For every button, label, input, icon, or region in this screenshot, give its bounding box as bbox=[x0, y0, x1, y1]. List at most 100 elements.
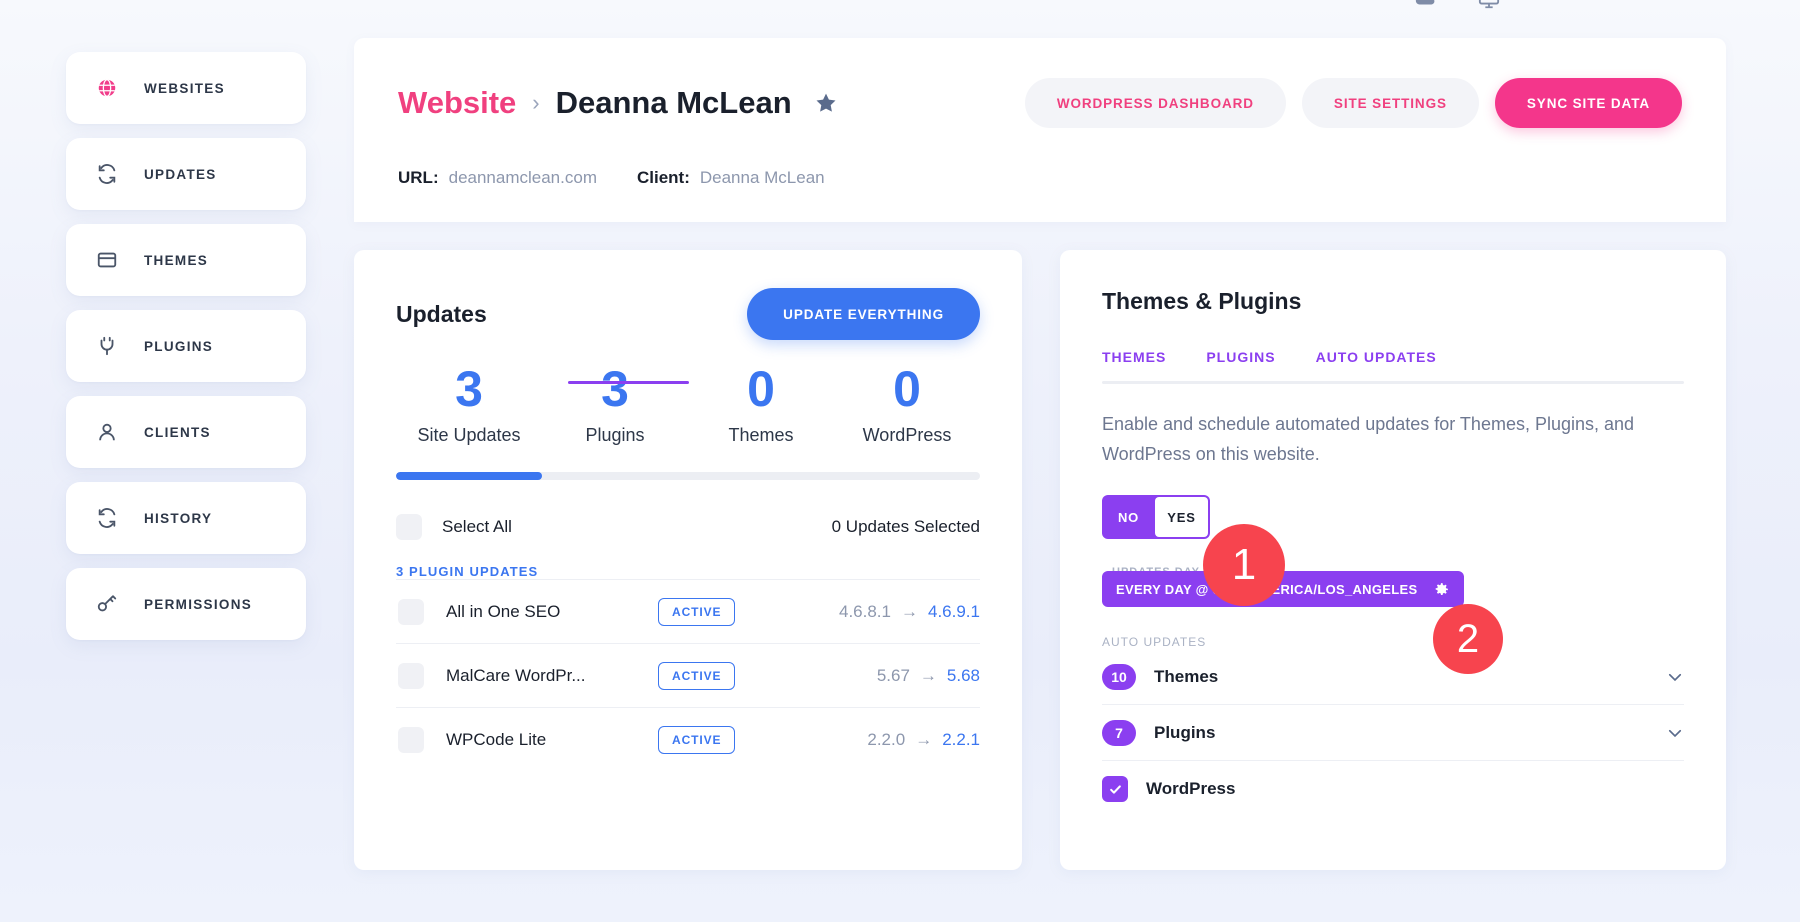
breadcrumb-separator-icon: › bbox=[532, 90, 540, 115]
version-change: 2.2.0 → 2.2.1 bbox=[867, 730, 980, 750]
wordpress-auto-update-checkbox[interactable] bbox=[1102, 776, 1128, 803]
sidebar-item-websites[interactable]: WEBSITES bbox=[66, 52, 306, 124]
meta-url: URL: deannamclean.com bbox=[398, 168, 597, 188]
refresh-icon bbox=[96, 507, 118, 529]
refresh-icon bbox=[96, 163, 118, 185]
select-all-checkbox[interactable] bbox=[396, 514, 422, 540]
meta-client-value[interactable]: Deanna McLean bbox=[700, 168, 825, 188]
stat-wordpress: 0 WordPress bbox=[834, 362, 980, 446]
main-content: Website › Deanna McLean WORDPRESS DASHBO… bbox=[354, 38, 1726, 870]
auto-updates-toggle[interactable]: NO YES bbox=[1102, 495, 1210, 540]
version-to: 4.6.9.1 bbox=[928, 601, 980, 621]
cloud-icon[interactable] bbox=[1414, 0, 1436, 10]
row-checkbox[interactable] bbox=[398, 598, 424, 625]
star-icon[interactable] bbox=[814, 91, 838, 115]
table-row[interactable]: WPCode Lite ACTIVE 2.2.0 → 2.2.1 bbox=[396, 707, 980, 771]
sidebar-item-label: WEBSITES bbox=[144, 80, 225, 96]
site-meta: URL: deannamclean.com Client: Deanna McL… bbox=[398, 168, 1682, 188]
row-checkbox[interactable] bbox=[398, 662, 424, 689]
status-badge: ACTIVE bbox=[658, 725, 736, 754]
meta-client-label: Client: bbox=[636, 168, 690, 187]
toggle-option-no[interactable]: NO bbox=[1102, 495, 1155, 539]
meta-url-value[interactable]: deannamclean.com bbox=[449, 168, 597, 188]
sidebar-item-clients[interactable]: CLIENTS bbox=[66, 396, 306, 468]
updates-card: Updates UPDATE EVERYTHING 3 Site Updates… bbox=[354, 250, 1022, 870]
user-icon bbox=[96, 421, 118, 443]
active-tab-indicator bbox=[568, 381, 689, 384]
gear-icon[interactable] bbox=[1433, 581, 1450, 598]
stat-site-updates: 3 Site Updates bbox=[396, 362, 542, 446]
tab-plugins[interactable]: PLUGINS bbox=[1206, 349, 1275, 381]
status-badge: ACTIVE bbox=[658, 661, 736, 690]
version-from: 5.67 bbox=[876, 665, 910, 685]
stat-value: 3 bbox=[455, 361, 483, 417]
breadcrumb-root-link[interactable]: Website bbox=[398, 85, 516, 121]
update-everything-button[interactable]: UPDATE EVERYTHING bbox=[747, 288, 980, 340]
themes-plugins-card: Themes & Plugins THEMES PLUGINS AUTO UPD… bbox=[568, 250, 1726, 870]
version-from: 4.6.8.1 bbox=[839, 601, 891, 621]
sidebar-item-label: PERMISSIONS bbox=[144, 596, 253, 612]
updates-card-title: Updates bbox=[396, 300, 487, 327]
sidebar-item-permissions[interactable]: PERMISSIONS bbox=[66, 568, 306, 640]
site-settings-button[interactable]: SITE SETTINGS bbox=[1301, 78, 1479, 128]
key-icon bbox=[96, 593, 118, 615]
stat-plugins: 3 Plugins bbox=[542, 362, 688, 446]
row-checkbox[interactable] bbox=[398, 726, 424, 753]
tab-auto-updates[interactable]: AUTO UPDATES bbox=[1316, 349, 1437, 381]
globe-icon bbox=[96, 77, 118, 99]
stat-label: Plugins bbox=[585, 425, 645, 445]
table-row[interactable]: MalCare WordPr... ACTIVE 5.67 → 5.68 bbox=[396, 643, 980, 707]
stat-label: Themes bbox=[728, 425, 794, 445]
chevron-down-icon[interactable] bbox=[1666, 668, 1684, 686]
monitor-icon[interactable] bbox=[1478, 0, 1500, 10]
sidebar-item-label: PLUGINS bbox=[144, 338, 214, 354]
meta-client: Client: Deanna McLean bbox=[637, 168, 825, 188]
sidebar-item-themes[interactable]: THEMES bbox=[66, 224, 306, 296]
plugin-name: All in One SEO bbox=[446, 601, 561, 621]
version-to: 2.2.1 bbox=[942, 729, 980, 749]
version-from: 2.2.0 bbox=[867, 729, 906, 749]
stat-value: 3 bbox=[601, 361, 629, 417]
plugin-name: WPCode Lite bbox=[446, 729, 547, 749]
plugin-name: MalCare WordPr... bbox=[446, 665, 586, 685]
auto-row-label: Plugins bbox=[1154, 722, 1216, 742]
sidebar-item-label: THEMES bbox=[144, 252, 209, 268]
plugin-updates-group-title: 3 PLUGIN UPDATES bbox=[396, 564, 539, 579]
auto-row-label: WordPress bbox=[1146, 779, 1236, 799]
arrow-icon: → bbox=[919, 665, 937, 685]
toggle-option-yes[interactable]: YES bbox=[1155, 497, 1208, 538]
header-actions: WORDPRESS DASHBOARD SITE SETTINGS SYNC S… bbox=[1024, 78, 1682, 128]
updates-progress-fill bbox=[396, 472, 542, 480]
sidebar-item-updates[interactable]: UPDATES bbox=[66, 138, 306, 210]
chevron-down-icon[interactable] bbox=[1666, 724, 1684, 742]
list-item[interactable]: 7 Plugins bbox=[1102, 705, 1684, 762]
tab-themes[interactable]: THEMES bbox=[1102, 349, 1166, 381]
stat-themes: 0 Themes bbox=[688, 362, 834, 446]
themes-plugins-tabs: THEMES PLUGINS AUTO UPDATES bbox=[1102, 349, 1684, 381]
sidebar-item-plugins[interactable]: PLUGINS bbox=[66, 310, 306, 382]
themes-count-badge: 10 bbox=[1102, 663, 1136, 690]
version-change: 4.6.8.1 → 4.6.9.1 bbox=[839, 602, 980, 622]
status-badge: ACTIVE bbox=[658, 597, 736, 626]
list-item[interactable]: WordPress bbox=[1102, 761, 1684, 817]
list-item[interactable]: 10 Themes bbox=[1102, 649, 1684, 706]
stat-value: 0 bbox=[893, 361, 921, 417]
table-row[interactable]: All in One SEO ACTIVE 4.6.8.1 → 4.6.9.1 bbox=[396, 579, 980, 643]
sync-site-data-button[interactable]: SYNC SITE DATA bbox=[1494, 78, 1682, 128]
breadcrumb: Website › Deanna McLean bbox=[398, 85, 838, 121]
site-header-card: Website › Deanna McLean WORDPRESS DASHBO… bbox=[354, 38, 1726, 222]
annotation-badge-2: 2 bbox=[1433, 604, 1503, 674]
plugins-count-badge: 7 bbox=[1102, 719, 1136, 746]
sidebar-item-history[interactable]: HISTORY bbox=[66, 482, 306, 554]
auto-row-label: Themes bbox=[1154, 666, 1219, 686]
auto-updates-description: Enable and schedule automated updates fo… bbox=[1102, 414, 1635, 464]
stat-label: WordPress bbox=[862, 425, 952, 445]
version-change: 5.67 → 5.68 bbox=[877, 666, 980, 686]
stat-label: Site Updates bbox=[417, 425, 521, 445]
stat-value: 0 bbox=[747, 361, 775, 417]
sidebar: WEBSITES UPDATES THEMES PLUGINS CLIENTS … bbox=[66, 52, 306, 640]
updates-stats: 3 Site Updates 3 Plugins 0 Themes 0 Word… bbox=[396, 362, 980, 446]
sidebar-item-label: HISTORY bbox=[144, 510, 213, 526]
meta-url-label: URL: bbox=[398, 168, 439, 187]
wordpress-dashboard-button[interactable]: WORDPRESS DASHBOARD bbox=[1024, 78, 1286, 128]
